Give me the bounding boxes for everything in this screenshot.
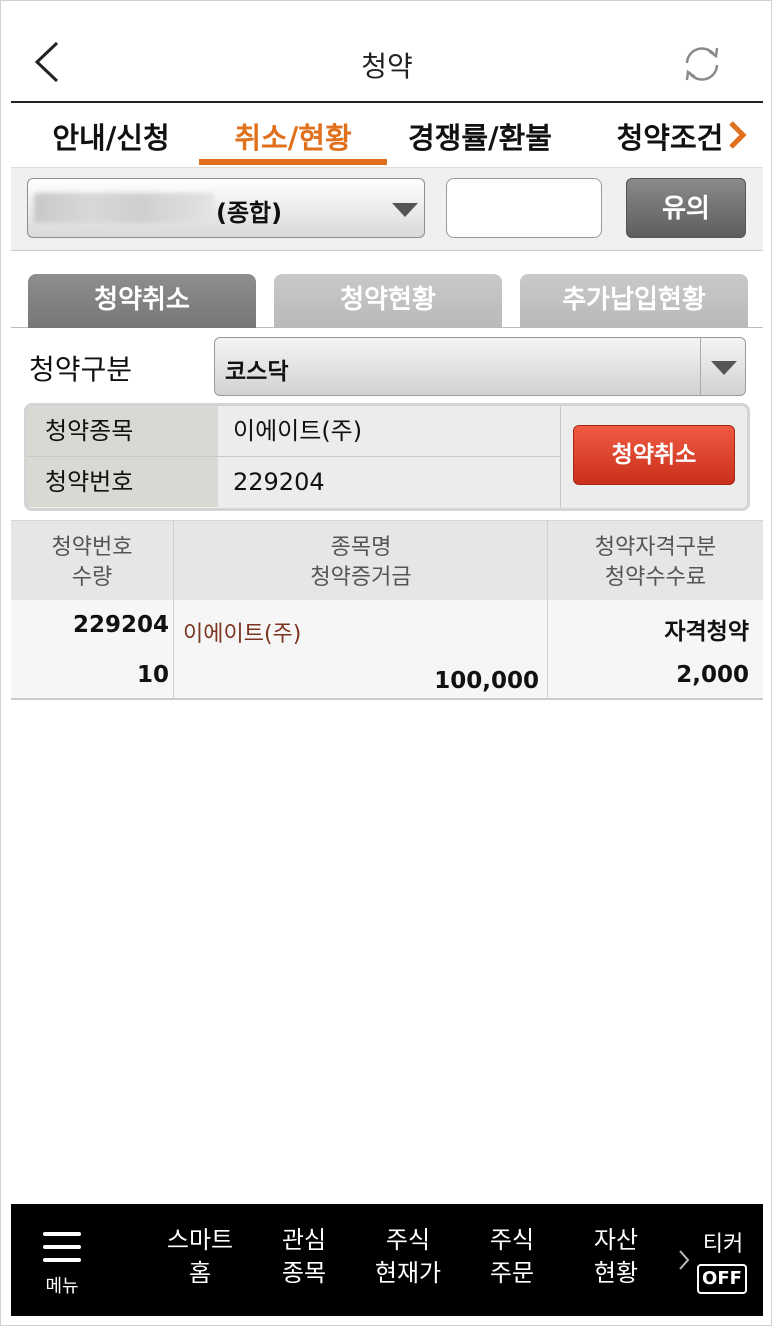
header-line: 청약증거금 — [310, 565, 412, 590]
chevron-down-icon — [711, 361, 737, 375]
subtab-cancel[interactable]: 청약취소 — [28, 274, 256, 328]
masked-account-number — [34, 193, 214, 223]
select-divider — [700, 338, 701, 395]
nav-label: 자산 — [593, 1226, 639, 1254]
header-line: 청약수수료 — [604, 565, 707, 590]
tab-conditions[interactable]: 청약조건 — [615, 115, 725, 165]
nav-stock-order[interactable]: 주식 주문 — [467, 1224, 557, 1290]
subscription-table: 청약번호 수량 종목명 청약증거금 청약자격구분 청약수수료 229204 10… — [11, 520, 763, 700]
table-header: 청약번호 수량 종목명 청약증거금 청약자격구분 청약수수료 — [11, 520, 763, 600]
menu-button[interactable]: 메뉴 — [31, 1228, 93, 1308]
cell-quantity: 10 — [136, 662, 169, 688]
nav-label: 현황 — [593, 1259, 639, 1287]
filter-label: 청약구분 — [29, 353, 133, 386]
number-value: 229204 — [233, 468, 325, 496]
nav-label: 스마트 — [166, 1226, 234, 1254]
nav-label: 현재가 — [374, 1259, 442, 1287]
number-label: 청약번호 — [27, 457, 218, 507]
nav-label: 홈 — [188, 1259, 212, 1287]
ticker-toggle[interactable]: 티커 OFF — [697, 1226, 749, 1294]
ticker-state-badge: OFF — [697, 1264, 747, 1294]
info-row-stock: 청약종목 이에이트(주) — [27, 406, 560, 456]
header-line: 청약번호 — [51, 535, 133, 560]
account-bar: (종합) 유의 — [11, 167, 763, 251]
market-select-value: 코스닥 — [225, 359, 289, 385]
nav-stock-price[interactable]: 주식 현재가 — [363, 1224, 453, 1290]
market-select[interactable]: 코스닥 — [214, 337, 746, 396]
account-select[interactable]: (종합) — [27, 178, 425, 238]
header-name-deposit: 종목명 청약증거금 — [174, 533, 548, 593]
top-tabs: 안내/신청 취소/현황 경쟁률/환불 청약조건 — [11, 105, 763, 165]
page: 청약 안내/신청 취소/현황 경쟁률/환불 청약조건 (종합) 유의 청약취소 … — [0, 0, 772, 1326]
chevron-right-icon[interactable] — [677, 1248, 691, 1272]
account-type-label: (종합) — [216, 199, 283, 227]
ticker-label: 티커 — [702, 1232, 744, 1257]
hamburger-icon — [43, 1232, 81, 1262]
stock-value: 이에이트(주) — [233, 417, 363, 445]
nav-assets[interactable]: 자산 현황 — [571, 1224, 661, 1290]
stock-label: 청약종목 — [27, 406, 218, 456]
column-divider — [547, 520, 548, 698]
cell-deposit: 100,000 — [434, 668, 539, 694]
bottom-nav: 메뉴 스마트 홈 관심 종목 주식 현재가 주식 주문 자산 현황 티커 OFF — [11, 1204, 763, 1316]
app-header: 청약 — [11, 1, 763, 103]
cell-stock-name: 이에이트(주) — [183, 622, 302, 647]
column-divider — [173, 520, 174, 698]
subscription-info-box: 청약종목 이에이트(주) 청약번호 229204 청약취소 — [24, 403, 750, 511]
subtab-additional-payment[interactable]: 추가납입현황 — [520, 274, 748, 328]
cell-qualification: 자격청약 — [664, 619, 749, 645]
tab-guide-apply[interactable]: 안내/신청 — [35, 115, 187, 165]
header-line: 청약자격구분 — [594, 535, 717, 560]
tabs-more-button[interactable] — [721, 115, 751, 155]
info-row-number: 청약번호 229204 — [27, 457, 560, 507]
header-number-quantity: 청약번호 수량 — [11, 533, 173, 593]
refresh-button[interactable] — [679, 41, 725, 87]
tab-competition-refund[interactable]: 경쟁률/환불 — [405, 115, 555, 165]
nav-label: 관심 — [281, 1226, 327, 1254]
header-line: 종목명 — [330, 535, 392, 560]
header-qualification-fee: 청약자격구분 청약수수료 — [548, 533, 763, 593]
password-input[interactable] — [446, 178, 602, 238]
header-line: 수량 — [71, 565, 113, 590]
chevron-right-icon — [729, 121, 747, 149]
nav-label: 종목 — [281, 1259, 327, 1287]
notice-button[interactable]: 유의 — [626, 178, 746, 238]
cell-fee: 2,000 — [676, 662, 749, 688]
tab-cancel-status[interactable]: 취소/현황 — [199, 115, 387, 165]
subtab-status[interactable]: 청약현황 — [274, 274, 502, 328]
refresh-icon — [685, 47, 719, 81]
table-row[interactable]: 229204 10 이에이트(주) 100,000 자격청약 2,000 — [11, 600, 763, 698]
nav-label: 주식 — [385, 1226, 431, 1254]
page-title: 청약 — [361, 50, 413, 83]
divider — [560, 406, 561, 508]
cancel-subscription-button[interactable]: 청약취소 — [573, 425, 735, 485]
cell-number: 229204 — [72, 612, 169, 638]
chevron-down-icon — [392, 203, 418, 217]
nav-label: 주문 — [489, 1259, 535, 1287]
sub-tabs: 청약취소 청약현황 추가납입현황 — [11, 252, 763, 328]
nav-smart-home[interactable]: 스마트 홈 — [155, 1224, 245, 1290]
nav-watchlist[interactable]: 관심 종목 — [259, 1224, 349, 1290]
nav-label: 주식 — [489, 1226, 535, 1254]
menu-label: 메뉴 — [45, 1276, 79, 1297]
